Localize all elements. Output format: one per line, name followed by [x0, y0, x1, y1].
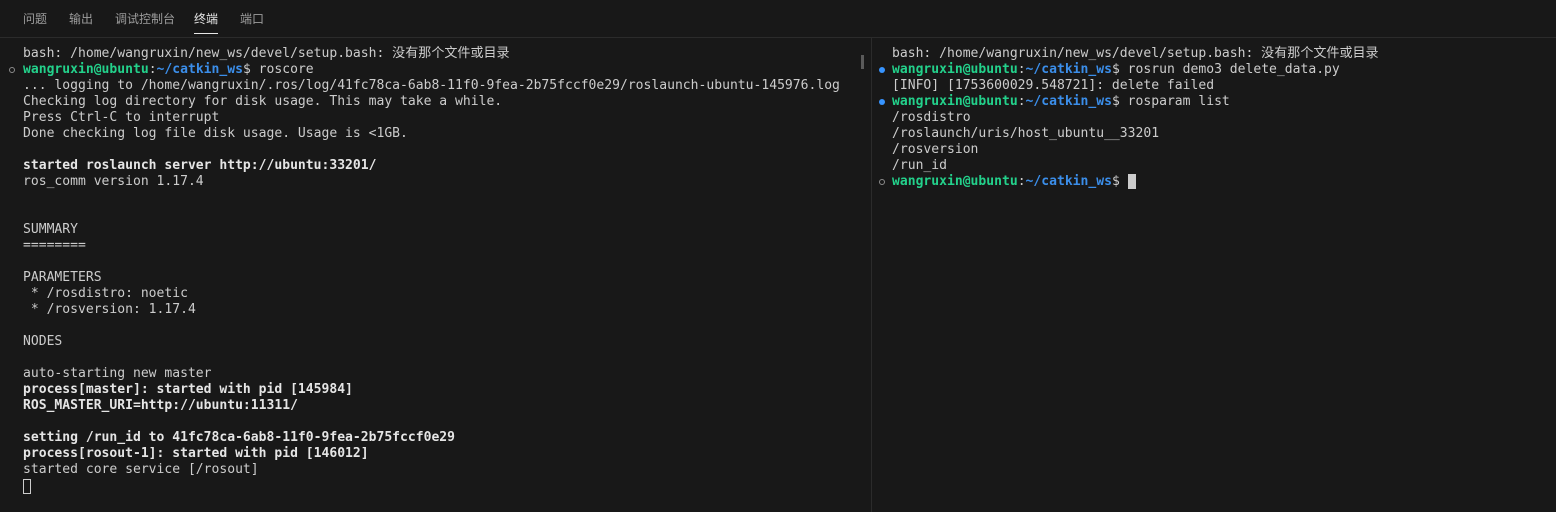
terminal-line: SUMMARY: [23, 222, 78, 237]
terminal-line: * /rosversion: 1.17.4: [23, 302, 196, 317]
terminal-line: Done checking log file disk usage. Usage…: [23, 126, 408, 141]
terminal-line: setting /run_id to 41fc78ca-6ab8-11f0-9f…: [23, 430, 456, 445]
terminal-line: process[master]: started with pid [14598…: [23, 382, 353, 397]
terminal-pane-right[interactable]: bash: /home/wangruxin/new_ws/devel/setup…: [872, 38, 1556, 512]
prompt-dollar: $: [1111, 62, 1128, 77]
command-text: rosparam list: [1127, 94, 1230, 109]
tab-debug-console[interactable]: 调试控制台: [115, 0, 175, 38]
terminal-line: ros_comm version 1.17.4: [23, 174, 204, 189]
prompt-user-host: wangruxin@ubuntu: [892, 94, 1018, 109]
prompt-separator: :: [1017, 94, 1026, 109]
prompt-dollar: $: [1111, 94, 1128, 109]
terminal-line: process[rosout-1]: started with pid [146…: [23, 446, 369, 461]
prompt-line: wangruxin@ubuntu:~/catkin_ws$: [892, 174, 1136, 190]
terminal-cursor: [23, 479, 31, 494]
prompt-line: wangruxin@ubuntu:~/catkin_ws$ roscore: [23, 62, 314, 78]
terminal-line: /rosversion: [892, 142, 979, 157]
prompt-dollar: $: [242, 62, 259, 77]
terminal-line: /rosdistro: [892, 110, 971, 125]
prompt-path: ~/catkin_ws: [1025, 174, 1112, 189]
terminal-line: bash: /home/wangruxin/new_ws/devel/setup…: [892, 46, 1379, 61]
terminal-line: started roslaunch server http://ubuntu:3…: [23, 158, 377, 173]
terminal-line: /roslaunch/uris/host_ubuntu__33201: [892, 126, 1160, 141]
prompt-separator: :: [148, 62, 157, 77]
prompt-path: ~/catkin_ws: [1025, 94, 1112, 109]
prompt-user-host: wangruxin@ubuntu: [892, 174, 1018, 189]
prompt-user-host: wangruxin@ubuntu: [892, 62, 1018, 77]
terminal-line: ROS_MASTER_URI=http://ubuntu:11311/: [23, 398, 298, 413]
prompt-separator: :: [1017, 62, 1026, 77]
panel-tab-bar: 问题 输出 调试控制台 终端 端口: [0, 0, 1556, 38]
command-text: roscore: [258, 62, 314, 77]
terminal-line: Press Ctrl-C to interrupt: [23, 110, 220, 125]
terminal-line: Checking log directory for disk usage. T…: [23, 94, 503, 109]
command-decoration-icon[interactable]: [9, 67, 15, 73]
prompt-dollar: $: [1111, 174, 1128, 189]
terminal-line: started core service [/rosout]: [23, 462, 259, 477]
prompt-separator: :: [1017, 174, 1026, 189]
prompt-user-host: wangruxin@ubuntu: [23, 62, 149, 77]
terminal-line: ... logging to /home/wangruxin/.ros/log/…: [23, 78, 840, 93]
terminal-cursor: [1127, 174, 1136, 189]
prompt-line: wangruxin@ubuntu:~/catkin_ws$ rosparam l…: [892, 94, 1230, 110]
tab-ports[interactable]: 端口: [240, 0, 264, 38]
tab-output[interactable]: 输出: [69, 0, 93, 38]
command-success-icon[interactable]: [879, 99, 885, 105]
command-text: rosrun demo3 delete_data.py: [1127, 62, 1340, 77]
terminal-line: PARAMETERS: [23, 270, 102, 285]
prompt-path: ~/catkin_ws: [156, 62, 243, 77]
terminal-line: * /rosdistro: noetic: [23, 286, 188, 301]
terminal-line: /run_id: [892, 158, 947, 173]
command-decoration-icon[interactable]: [879, 179, 885, 185]
terminal-line: NODES: [23, 334, 63, 349]
command-success-icon[interactable]: [879, 67, 885, 73]
prompt-line: wangruxin@ubuntu:~/catkin_ws$ rosrun dem…: [892, 62, 1340, 78]
terminal-line: ========: [23, 238, 86, 253]
terminal-pane-left[interactable]: bash: /home/wangruxin/new_ws/devel/setup…: [0, 38, 871, 512]
tab-problems[interactable]: 问题: [23, 0, 47, 38]
scroll-overview-marker: [861, 55, 864, 69]
terminal-line: [INFO] [1753600029.548721]: delete faile…: [892, 78, 1215, 93]
tab-terminal[interactable]: 终端: [194, 0, 219, 38]
terminal-line: bash: /home/wangruxin/new_ws/devel/setup…: [23, 46, 510, 61]
terminal-line: auto-starting new master: [23, 366, 212, 381]
prompt-path: ~/catkin_ws: [1025, 62, 1112, 77]
